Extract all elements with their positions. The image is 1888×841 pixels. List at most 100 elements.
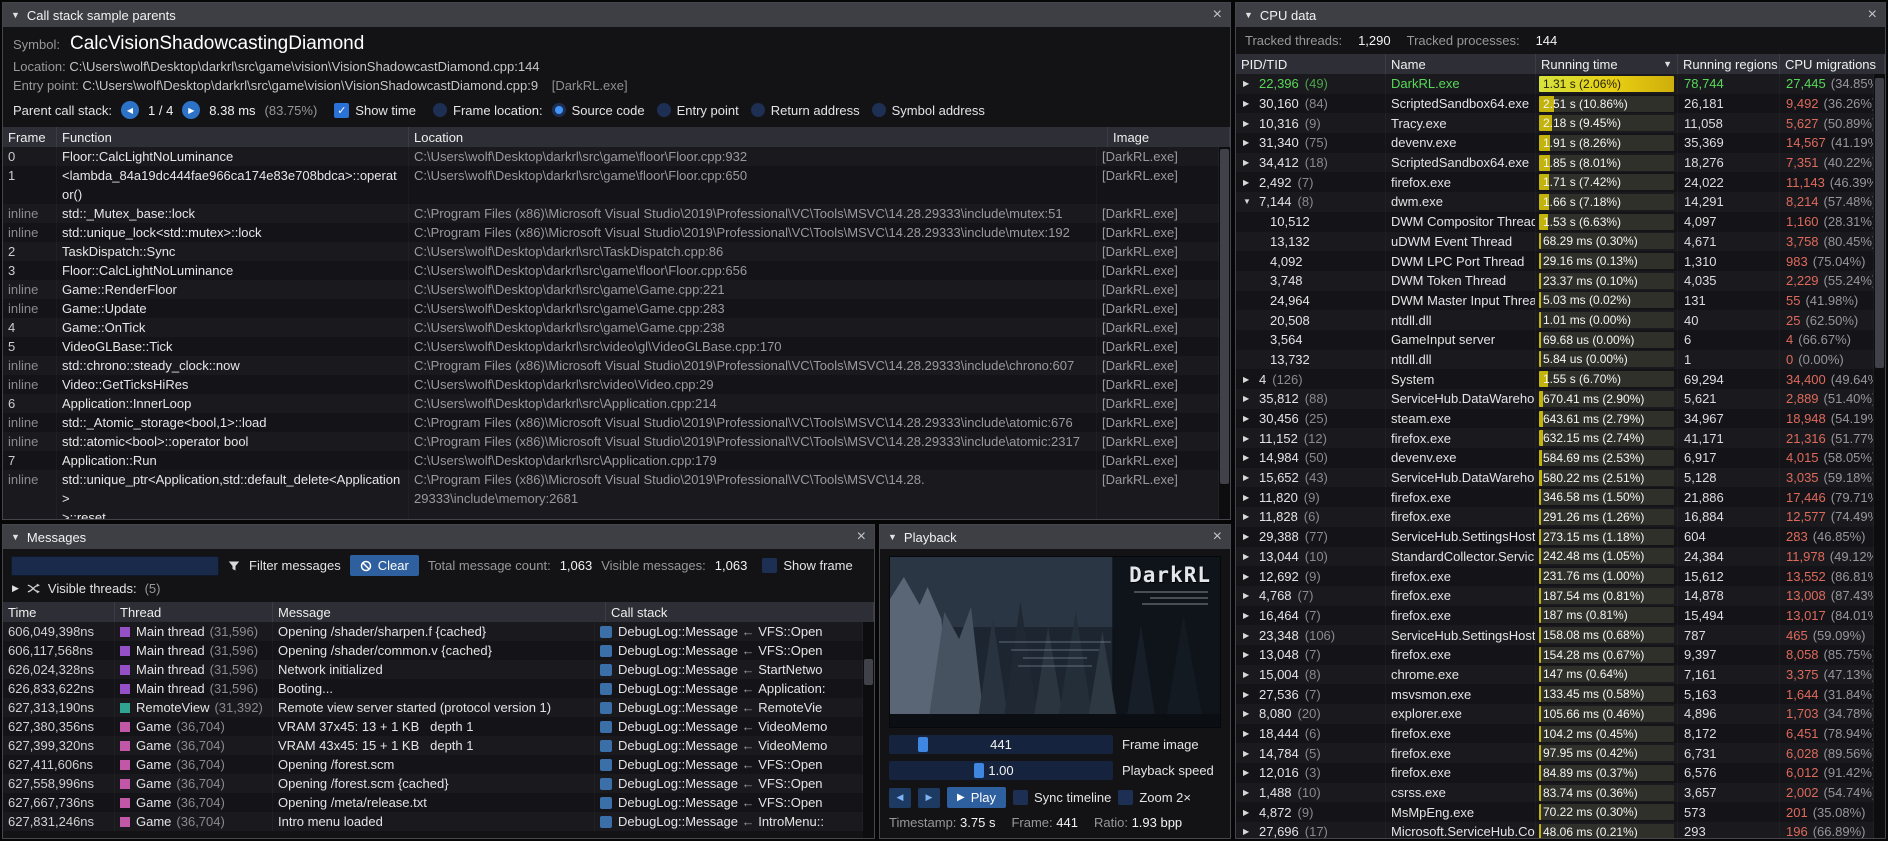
cpu-process-row[interactable]: 3,564GameInput server69.68 us (0.00%)64(… <box>1236 330 1874 350</box>
callstack-cell[interactable]: DebugLog::Message ← RemoteVie <box>595 698 863 717</box>
expand-row-icon[interactable]: ▶ <box>1243 375 1253 384</box>
expand-row-icon[interactable]: ▶ <box>1243 572 1253 581</box>
previous-frame-button[interactable]: ◀ <box>889 788 911 808</box>
messages-scrollbar[interactable] <box>863 622 874 838</box>
message-row[interactable]: 627,831,246nsGame(36,704)Intro menu load… <box>3 812 863 831</box>
cpu-process-row[interactable]: ▶4(126)System1.55 s (6.70%)69,29434,400(… <box>1236 369 1874 389</box>
cpu-process-row[interactable]: ▶11,820(9)firefox.exe346.58 ms (1.50%)21… <box>1236 487 1874 507</box>
column-header-name[interactable]: Name <box>1386 54 1536 74</box>
cpu-process-row[interactable]: ▶30,456(25)steam.exe643.61 ms (2.79%)34,… <box>1236 409 1874 429</box>
close-icon[interactable]: × <box>1868 7 1877 23</box>
callstack-frame-row[interactable]: 0Floor::CalcLightNoLuminanceC:\Users\wol… <box>3 147 1219 166</box>
expand-row-icon[interactable]: ▶ <box>1243 670 1253 679</box>
radio-source-code[interactable]: Source code <box>552 103 645 118</box>
close-icon[interactable]: × <box>1213 529 1222 545</box>
callstack-cell[interactable]: DebugLog::Message ← Application: <box>595 679 863 698</box>
close-icon[interactable]: × <box>1213 7 1222 23</box>
message-row[interactable]: 627,313,190nsRemoteView(31,392)Remote vi… <box>3 698 863 717</box>
message-row[interactable]: 606,117,568nsMain thread(31,596)Opening … <box>3 641 863 660</box>
filter-input[interactable] <box>11 556 219 576</box>
radio-return-address[interactable]: Return address <box>751 103 860 118</box>
callstack-cell[interactable]: DebugLog::Message ← VFS::Open <box>595 755 863 774</box>
message-row[interactable]: 627,380,356nsGame(36,704)VRAM 37x45: 13 … <box>3 717 863 736</box>
cpu-scrollbar[interactable] <box>1874 74 1885 838</box>
collapse-icon[interactable]: ▼ <box>11 532 20 542</box>
callstack-cell[interactable]: DebugLog::Message ← IntroMenu:: <box>595 812 863 831</box>
cpu-process-row[interactable]: ▶15,652(43)ServiceHub.DataWarehou580.22 … <box>1236 468 1874 488</box>
callstack-frame-row[interactable]: inlinestd::_Atomic_storage<bool,1>::load… <box>3 413 1219 432</box>
expand-row-icon[interactable]: ▶ <box>1243 453 1253 462</box>
sync-timeline-checkbox[interactable]: Sync timeline <box>1013 790 1111 805</box>
callstack-scrollbar[interactable] <box>1219 147 1230 519</box>
collapse-icon[interactable]: ▼ <box>888 532 897 542</box>
expand-row-icon[interactable]: ▶ <box>1243 158 1253 167</box>
callstack-frame-row[interactable]: 2TaskDispatch::SyncC:\Users\wolf\Desktop… <box>3 242 1219 261</box>
cpu-titlebar[interactable]: ▼ CPU data × <box>1236 3 1885 27</box>
cpu-process-row[interactable]: ▶14,784(5)firefox.exe97.95 ms (0.42%)6,7… <box>1236 743 1874 763</box>
cpu-process-row[interactable]: ▶10,316(9)Tracy.exe2.18 s (9.45%)11,0585… <box>1236 113 1874 133</box>
radio-entry-point[interactable]: Entry point <box>657 103 739 118</box>
callstack-cell[interactable]: DebugLog::Message ← VideoMemo <box>595 736 863 755</box>
callstack-frame-row[interactable]: 3Floor::CalcLightNoLuminanceC:\Users\wol… <box>3 261 1219 280</box>
cpu-process-row[interactable]: ▶34,412(18)ScriptedSandbox64.exe1.85 s (… <box>1236 153 1874 173</box>
cpu-process-row[interactable]: ▶13,044(10)StandardCollector.Servic242.4… <box>1236 547 1874 567</box>
callstack-frame-row[interactable]: inlinestd::chrono::steady_clock::nowC:\P… <box>3 356 1219 375</box>
message-row[interactable]: 627,399,320nsGame(36,704)VRAM 43x45: 15 … <box>3 736 863 755</box>
column-header-cpu-migrations[interactable]: CPU migrations <box>1780 54 1885 74</box>
cpu-process-row[interactable]: ▶35,812(88)ServiceHub.DataWarehou670.41 … <box>1236 389 1874 409</box>
expand-row-icon[interactable]: ▶ <box>1243 749 1253 758</box>
callstack-frame-row[interactable]: inlineVideo::GetTicksHiResC:\Users\wolf\… <box>3 375 1219 394</box>
callstack-cell[interactable]: DebugLog::Message ← VFS::Open <box>595 641 863 660</box>
cpu-process-row[interactable]: ▶31,340(75)devenv.exe1.91 s (8.26%)35,36… <box>1236 133 1874 153</box>
callstack-frame-row[interactable]: inlineGame::UpdateC:\Users\wolf\Desktop\… <box>3 299 1219 318</box>
callstack-cell[interactable]: DebugLog::Message ← VFS::Open <box>595 622 863 641</box>
expand-row-icon[interactable]: ▶ <box>1243 788 1253 797</box>
callstack-frame-row[interactable]: 7Application::RunC:\Users\wolf\Desktop\d… <box>3 451 1219 470</box>
expand-row-icon[interactable]: ▶ <box>1243 99 1253 108</box>
cpu-process-row[interactable]: 10,512DWM Compositor Thread1.53 s (6.63%… <box>1236 212 1874 232</box>
scrollbar-thumb[interactable] <box>1875 78 1884 368</box>
cpu-process-row[interactable]: ▶1,488(10)csrss.exe83.74 ms (0.36%)3,657… <box>1236 783 1874 803</box>
messages-titlebar[interactable]: ▼ Messages × <box>3 525 874 549</box>
prev-callstack-button[interactable]: ◀ <box>121 101 139 119</box>
callstack-frame-row[interactable]: 4Game::OnTickC:\Users\wolf\Desktop\darkr… <box>3 318 1219 337</box>
playback-speed-slider[interactable]: 1.00 <box>889 761 1113 780</box>
callstack-frame-row[interactable]: inlinestd::unique_ptr<Application,std::d… <box>3 470 1219 519</box>
next-callstack-button[interactable]: ▶ <box>182 101 200 119</box>
collapse-icon[interactable]: ▼ <box>11 10 20 20</box>
cpu-process-row[interactable]: ▶11,152(12)firefox.exe632.15 ms (2.74%)4… <box>1236 428 1874 448</box>
expand-row-icon[interactable]: ▶ <box>1243 512 1253 521</box>
cpu-process-row[interactable]: ▶4,768(7)firefox.exe187.54 ms (0.81%)14,… <box>1236 586 1874 606</box>
callstack-titlebar[interactable]: ▼ Call stack sample parents × <box>3 3 1230 27</box>
callstack-frame-row[interactable]: 1<lambda_84a19dc444fae966ca174e83e708bdc… <box>3 166 1219 204</box>
expand-row-icon[interactable]: ▶ <box>1243 414 1253 423</box>
cpu-process-row[interactable]: ▶23,348(106)ServiceHub.SettingsHost158.0… <box>1236 625 1874 645</box>
message-row[interactable]: 606,049,398nsMain thread(31,596)Opening … <box>3 622 863 641</box>
cpu-process-row[interactable]: ▶11,828(6)firefox.exe291.26 ms (1.26%)16… <box>1236 507 1874 527</box>
cpu-process-row[interactable]: ▶14,984(50)devenv.exe584.69 ms (2.53%)6,… <box>1236 448 1874 468</box>
expand-row-icon[interactable]: ▶ <box>1243 827 1253 836</box>
collapse-row-icon[interactable]: ▼ <box>1243 197 1253 206</box>
expand-row-icon[interactable]: ▶ <box>1243 119 1253 128</box>
expand-row-icon[interactable]: ▶ <box>1243 591 1253 600</box>
cpu-process-row[interactable]: ▶27,696(17)Microsoft.ServiceHub.Co48.06 … <box>1236 822 1874 838</box>
message-row[interactable]: 626,833,622nsMain thread(31,596)Booting.… <box>3 679 863 698</box>
cpu-process-row[interactable]: ▶12,692(9)firefox.exe231.76 ms (1.00%)15… <box>1236 566 1874 586</box>
scrollbar-thumb[interactable] <box>1220 149 1229 484</box>
expand-row-icon[interactable]: ▶ <box>1243 631 1253 640</box>
cpu-process-row[interactable]: ▶15,004(8)chrome.exe147 ms (0.64%)7,1613… <box>1236 665 1874 685</box>
playback-titlebar[interactable]: ▼ Playback × <box>880 525 1230 549</box>
expand-row-icon[interactable]: ▶ <box>1243 473 1253 482</box>
frame-image-slider[interactable]: 441 <box>889 735 1113 754</box>
expand-row-icon[interactable]: ▶ <box>1243 552 1253 561</box>
expand-row-icon[interactable]: ▶ <box>1243 394 1253 403</box>
expand-row-icon[interactable]: ▶ <box>1243 808 1253 817</box>
expand-row-icon[interactable]: ▶ <box>1243 611 1253 620</box>
cpu-process-row[interactable]: ▶16,464(7)firefox.exe187 ms (0.81%)15,49… <box>1236 606 1874 626</box>
expand-row-icon[interactable]: ▶ <box>1243 138 1253 147</box>
callstack-frame-row[interactable]: 5VideoGLBase::TickC:\Users\wolf\Desktop\… <box>3 337 1219 356</box>
cpu-process-row[interactable]: ▶18,444(6)firefox.exe104.2 ms (0.45%)8,1… <box>1236 724 1874 744</box>
cpu-process-row[interactable]: ▶30,160(84)ScriptedSandbox64.exe2.51 s (… <box>1236 94 1874 114</box>
column-header-pid-tid[interactable]: PID/TID <box>1236 54 1386 74</box>
message-row[interactable]: 626,024,328nsMain thread(31,596)Network … <box>3 660 863 679</box>
